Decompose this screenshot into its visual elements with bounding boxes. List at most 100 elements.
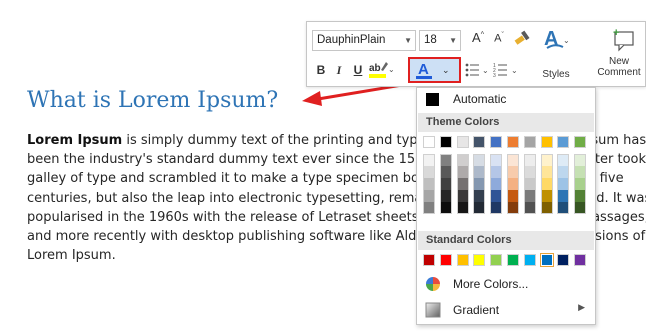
theme-tint-swatch[interactable] bbox=[574, 178, 587, 190]
theme-color-swatch[interactable] bbox=[439, 136, 452, 148]
bold-button[interactable]: B bbox=[315, 63, 327, 77]
font-color-menu: Automatic Theme Colors Standard Colors M… bbox=[416, 87, 596, 325]
styles-label[interactable]: Styles bbox=[539, 69, 573, 80]
numbering-icon[interactable]: 1 2 3 ⌄ bbox=[493, 60, 521, 80]
theme-tint-swatch[interactable] bbox=[523, 154, 536, 166]
theme-tint-swatch[interactable] bbox=[423, 178, 435, 190]
theme-tint-swatch[interactable] bbox=[523, 166, 536, 178]
theme-tint-swatch[interactable] bbox=[473, 166, 486, 178]
theme-tint-swatch[interactable] bbox=[423, 202, 435, 214]
theme-tint-swatch[interactable] bbox=[490, 190, 503, 202]
theme-tint-swatch[interactable] bbox=[523, 178, 536, 190]
theme-tint-swatch[interactable] bbox=[507, 178, 519, 190]
standard-color-swatch[interactable] bbox=[574, 254, 587, 266]
theme-tint-swatch[interactable] bbox=[439, 202, 452, 214]
font-name-dropdown[interactable]: DauphinPlain ▼ bbox=[312, 30, 416, 51]
bullets-icon[interactable]: ⌄ bbox=[464, 60, 490, 80]
grow-font-icon[interactable]: A^ bbox=[470, 30, 486, 45]
theme-color-swatch[interactable] bbox=[423, 136, 435, 148]
theme-tint-swatch[interactable] bbox=[540, 190, 553, 202]
theme-tint-swatch[interactable] bbox=[456, 190, 469, 202]
gradient-option[interactable]: Gradient ▶ bbox=[417, 298, 595, 322]
standard-color-swatch[interactable] bbox=[456, 254, 469, 266]
automatic-color-option[interactable]: Automatic bbox=[417, 88, 595, 110]
theme-tint-swatch[interactable] bbox=[557, 178, 570, 190]
gradient-icon bbox=[425, 302, 441, 318]
styles-icon[interactable]: A ⌄ bbox=[541, 26, 571, 52]
theme-color-swatch[interactable] bbox=[473, 136, 486, 148]
standard-color-swatch[interactable] bbox=[539, 253, 554, 267]
theme-tint-swatch[interactable] bbox=[456, 154, 469, 166]
theme-color-swatch[interactable] bbox=[574, 136, 587, 148]
theme-tint-swatch[interactable] bbox=[574, 202, 587, 214]
italic-button[interactable]: I bbox=[334, 63, 344, 78]
standard-color-swatch[interactable] bbox=[423, 254, 435, 266]
font-color-button[interactable]: A ⌄ bbox=[408, 57, 461, 83]
theme-tint-swatch[interactable] bbox=[473, 178, 486, 190]
svg-text:⌄: ⌄ bbox=[388, 65, 394, 74]
theme-tint-swatch[interactable] bbox=[507, 154, 519, 166]
font-size-dropdown[interactable]: 18 ▼ bbox=[419, 30, 461, 51]
new-comment-label[interactable]: New Comment bbox=[593, 56, 645, 78]
theme-tint-swatch[interactable] bbox=[574, 154, 587, 166]
theme-tint-swatch[interactable] bbox=[507, 190, 519, 202]
theme-tint-swatch[interactable] bbox=[456, 178, 469, 190]
theme-tint-swatch[interactable] bbox=[473, 190, 486, 202]
standard-color-swatch[interactable] bbox=[490, 254, 503, 266]
theme-tint-swatch[interactable] bbox=[439, 166, 452, 178]
svg-text:+: + bbox=[613, 27, 619, 39]
more-colors-option[interactable]: More Colors... bbox=[417, 272, 595, 296]
theme-tint-swatch[interactable] bbox=[490, 178, 503, 190]
theme-tint-swatch[interactable] bbox=[473, 202, 486, 214]
theme-tint-swatch[interactable] bbox=[540, 202, 553, 214]
theme-tint-swatch[interactable] bbox=[490, 154, 503, 166]
theme-color-swatch[interactable] bbox=[490, 136, 503, 148]
theme-tint-swatch[interactable] bbox=[557, 166, 570, 178]
font-color-glyph: A bbox=[418, 61, 429, 78]
theme-color-swatch[interactable] bbox=[456, 136, 469, 148]
standard-color-swatch[interactable] bbox=[557, 254, 570, 266]
theme-tint-column bbox=[473, 154, 486, 214]
highlight-icon[interactable]: ab ⌄ bbox=[368, 58, 395, 80]
theme-tint-swatch[interactable] bbox=[507, 202, 519, 214]
shrink-font-icon[interactable]: Aˇ bbox=[492, 32, 506, 45]
theme-tint-swatch[interactable] bbox=[439, 154, 452, 166]
theme-tint-swatch[interactable] bbox=[423, 190, 435, 202]
standard-color-swatch[interactable] bbox=[507, 254, 519, 266]
theme-tint-swatch[interactable] bbox=[456, 202, 469, 214]
theme-tint-swatch[interactable] bbox=[574, 166, 587, 178]
document-heading[interactable]: What is Lorem Ipsum? bbox=[27, 88, 278, 113]
format-painter-icon[interactable] bbox=[512, 28, 532, 48]
theme-tint-swatch[interactable] bbox=[540, 166, 553, 178]
body-bold-text[interactable]: Lorem Ipsum bbox=[27, 133, 122, 148]
chevron-down-icon: ▼ bbox=[404, 36, 412, 45]
theme-tint-swatch[interactable] bbox=[574, 190, 587, 202]
theme-tint-swatch[interactable] bbox=[557, 202, 570, 214]
theme-tint-swatch[interactable] bbox=[540, 178, 553, 190]
theme-tint-swatch[interactable] bbox=[490, 166, 503, 178]
theme-tint-swatch[interactable] bbox=[557, 190, 570, 202]
theme-tint-swatch[interactable] bbox=[523, 190, 536, 202]
new-comment-icon[interactable]: + bbox=[603, 26, 643, 52]
theme-tint-swatch[interactable] bbox=[540, 154, 553, 166]
theme-color-swatch[interactable] bbox=[507, 136, 519, 148]
theme-tint-swatch[interactable] bbox=[490, 202, 503, 214]
theme-tint-swatch[interactable] bbox=[557, 154, 570, 166]
standard-color-swatch[interactable] bbox=[523, 254, 536, 266]
theme-tint-swatch[interactable] bbox=[423, 154, 435, 166]
theme-color-swatch[interactable] bbox=[557, 136, 570, 148]
standard-color-swatch[interactable] bbox=[473, 254, 486, 266]
standard-color-swatch[interactable] bbox=[439, 254, 452, 266]
document-page[interactable]: What is Lorem Ipsum? Lorem Ipsum is simp… bbox=[0, 0, 646, 333]
theme-color-swatch[interactable] bbox=[523, 136, 536, 148]
underline-button[interactable]: U bbox=[353, 63, 363, 77]
theme-tint-swatch[interactable] bbox=[507, 166, 519, 178]
theme-tint-swatch[interactable] bbox=[523, 202, 536, 214]
font-size-value: 18 bbox=[424, 34, 437, 46]
theme-tint-swatch[interactable] bbox=[456, 166, 469, 178]
theme-tint-swatch[interactable] bbox=[423, 166, 435, 178]
theme-color-swatch[interactable] bbox=[540, 136, 553, 148]
theme-tint-swatch[interactable] bbox=[473, 154, 486, 166]
theme-tint-swatch[interactable] bbox=[439, 178, 452, 190]
theme-tint-swatch[interactable] bbox=[439, 190, 452, 202]
